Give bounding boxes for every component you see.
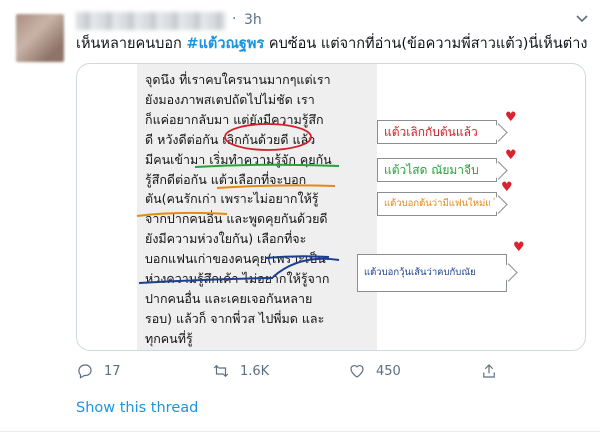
- reply-count: 17: [104, 363, 121, 379]
- callout-green-text: แต้วไสด ณัยมาจีบ: [384, 163, 479, 177]
- retweet-button[interactable]: 1.6K: [212, 360, 269, 382]
- callout-red-text: แต้วเลิกกับต้นแล้ว: [384, 125, 478, 139]
- callout-blue: แต้วบอกวุ้นเส้นว่าคบกับณัย: [357, 254, 518, 292]
- note-line: ก็แค่อยากลับมา แต่ยังมีความรู้สึก: [145, 111, 324, 127]
- hashtag-link[interactable]: #แต้วณฐพร: [186, 36, 264, 52]
- note-line: ตัน(คนรักเก่า เพราะไม่อยากให้รู้: [145, 191, 319, 207]
- callout-red: แต้วเลิกกับต้นแล้ว: [377, 120, 508, 144]
- callout-blue-text: แต้วบอกวุ้นเส้นว่าคบกับณัย: [364, 267, 476, 278]
- tweet[interactable]: · 3h เห็นหลายคนบอก #แต้วณฐพร คบซ้อน แต่จ…: [0, 0, 600, 432]
- share-button[interactable]: [480, 360, 498, 382]
- heart-icon: ♥: [513, 240, 525, 255]
- note-line: บอกแฟนเก่าของคนคุย(เพราะเป็น: [145, 251, 326, 267]
- note-line: จากปากคนอื่น และพูดคุยกันด้วยดี: [145, 211, 328, 227]
- chevron-down-icon[interactable]: [574, 10, 590, 26]
- author-name-blurred[interactable]: [76, 12, 226, 30]
- heart-icon: ♥: [505, 148, 517, 163]
- note-line: รู้สึกดีต่อกัน แต้วเลือกที่จะบอก: [145, 171, 307, 187]
- note-line: ทุกคนที่รู้: [145, 330, 193, 346]
- reply-icon: [78, 364, 92, 379]
- tweet-text: เห็นหลายคนบอก #แต้วณฐพร คบซ้อน แต่จากที่…: [76, 34, 587, 54]
- show-thread-link[interactable]: Show this thread: [76, 400, 198, 416]
- note-line: ดี หวังดีต่อกัน เลิกกันด้วยดี แล้ว: [145, 131, 316, 147]
- avatar[interactable]: [16, 14, 64, 62]
- note-line: ห่วงความรู้สึกเค้า ไม่อยากให้รู้จาก: [145, 271, 330, 286]
- callout-orange-text: แต้วบอกต้นว่ามีแฟนใหม่แล้ว: [384, 198, 503, 209]
- tweet-timestamp[interactable]: 3h: [244, 12, 262, 28]
- tweet-actions: 17 1.6K 450: [76, 360, 586, 384]
- share-icon: [483, 364, 495, 378]
- retweet-count: 1.6K: [240, 363, 270, 379]
- heart-icon: ♥: [505, 110, 517, 125]
- note-line: ปากคนอื่น และเคยเจอกันหลาย: [145, 290, 313, 306]
- note-line: จุดนึง ที่เราคบใครนานมากๆแต่เรา: [145, 72, 331, 87]
- tweet-text-prefix: เห็นหลายคนบอก: [76, 36, 187, 52]
- note-line: ยังมีความห่วงใยกัน) เลือกที่จะ: [145, 231, 307, 247]
- callout-orange: แต้วบอกต้นว่ามีแฟนใหม่แล้ว: [377, 192, 508, 216]
- note-line: มีคนเข้ามา เริ่มทำความรู้จัก คุยกัน: [145, 151, 332, 167]
- callout-green: แต้วไสด ณัยมาจีบ: [377, 158, 508, 182]
- note-line: ยังมองภาพสเตปถัดไปไม่ชัด เรา: [145, 91, 315, 107]
- note-line: รอบ) แล้วก็ จากพี่วส ไปพี่มด และ: [145, 310, 325, 326]
- heart-icon: ♥: [501, 180, 513, 195]
- retweet-icon: [213, 364, 229, 378]
- separator-dot: ·: [232, 11, 237, 27]
- like-button[interactable]: 450: [348, 360, 401, 382]
- heart-outline-icon: [350, 365, 364, 378]
- tweet-text-suffix: คบซ้อน แต่จากที่อ่าน(ข้อความพี่สาวแต้ว)น…: [264, 36, 588, 52]
- like-count: 450: [376, 363, 401, 379]
- tweet-image[interactable]: จุดนึง ที่เราคบใครนานมากๆแต่เรายังมองภาพ…: [76, 63, 586, 351]
- reply-button[interactable]: 17: [76, 360, 121, 382]
